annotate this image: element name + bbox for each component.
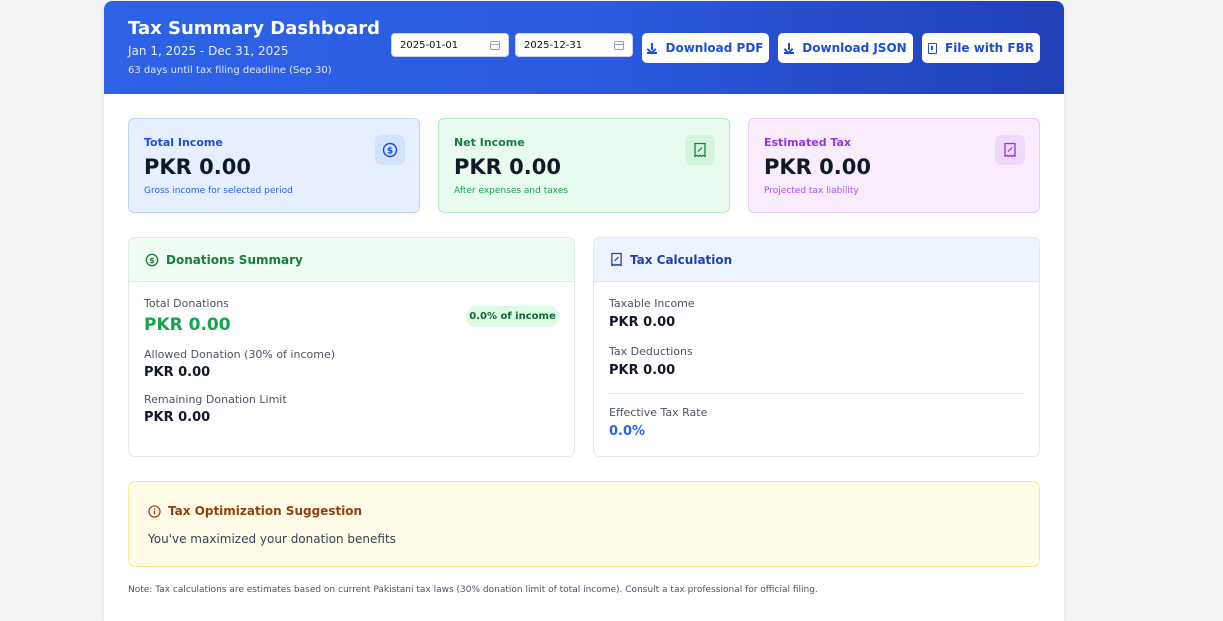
effective-rate-value: 0.0% <box>609 424 646 439</box>
card-label: Net Income <box>454 136 525 149</box>
tax-calculation-header: Tax Calculation <box>594 238 1039 282</box>
donations-summary-title: Donations Summary <box>166 252 303 267</box>
taxable-income-label: Taxable Income <box>609 297 695 310</box>
tax-calculation-title: Tax Calculation <box>630 252 733 267</box>
calendar-icon[interactable] <box>490 40 500 50</box>
tax-deductions-label: Tax Deductions <box>609 345 693 358</box>
deadline-text: 63 days until tax filing deadline (Sep 3… <box>128 65 332 76</box>
estimated-tax-card: Estimated Tax PKR 0.00 Projected tax lia… <box>748 118 1040 213</box>
total-donations-label: Total Donations <box>144 297 229 310</box>
card-label: Estimated Tax <box>764 136 852 149</box>
download-pdf-label: Download PDF <box>665 41 764 55</box>
effective-rate-label: Effective Tax Rate <box>609 406 708 419</box>
download-json-button[interactable]: Download JSON <box>778 33 913 63</box>
card-value: PKR 0.00 <box>764 155 871 179</box>
info-icon <box>148 504 161 518</box>
tax-optimization-suggestion: Tax Optimization Suggestion You've maxim… <box>128 481 1040 567</box>
remaining-limit-label: Remaining Donation Limit <box>144 393 287 406</box>
page-title: Tax Summary Dashboard <box>128 18 381 39</box>
receipt-icon <box>995 135 1025 165</box>
download-icon <box>784 42 795 54</box>
divider <box>609 393 1024 394</box>
tax-deductions-value: PKR 0.00 <box>609 363 676 378</box>
disclaimer-note: Note: Tax calculations are estimates bas… <box>128 585 818 595</box>
file-with-fbr-button[interactable]: File with FBR <box>922 33 1040 63</box>
calendar-icon[interactable] <box>614 40 624 50</box>
total-donations-value: PKR 0.00 <box>144 315 231 335</box>
donations-summary-header: $ Donations Summary <box>129 238 574 282</box>
end-date-input[interactable]: 2025-12-31 <box>515 33 633 57</box>
tax-calculation-panel: Tax Calculation Taxable Income PKR 0.00 … <box>593 237 1040 457</box>
end-date-value: 2025-12-31 <box>524 39 583 51</box>
tax-dashboard: Tax Summary Dashboard Jan 1, 2025 - Dec … <box>104 1 1064 621</box>
svg-text:$: $ <box>149 256 154 265</box>
dollar-circle-icon: $ <box>145 253 159 266</box>
receipt-icon <box>611 252 622 267</box>
suggestion-header: Tax Optimization Suggestion <box>148 504 362 518</box>
card-label: Total Income <box>144 136 223 149</box>
dollar-circle-icon: $ <box>375 135 405 165</box>
card-subtitle: After expenses and taxes <box>454 186 569 196</box>
download-pdf-button[interactable]: Download PDF <box>642 33 769 63</box>
date-range-text: Jan 1, 2025 - Dec 31, 2025 <box>128 44 289 58</box>
file-icon <box>928 42 937 54</box>
donations-summary-panel: $ Donations Summary Total Donations PKR … <box>128 237 575 457</box>
allowed-donation-value: PKR 0.00 <box>144 365 211 380</box>
receipt-icon <box>685 135 715 165</box>
card-subtitle: Projected tax liability <box>764 186 859 196</box>
start-date-input[interactable]: 2025-01-01 <box>391 33 509 57</box>
download-icon <box>647 42 658 54</box>
suggestion-text: You've maximized your donation benefits <box>148 532 396 546</box>
card-value: PKR 0.00 <box>144 155 251 179</box>
svg-text:$: $ <box>387 147 393 157</box>
start-date-value: 2025-01-01 <box>400 39 459 51</box>
dashboard-header: Tax Summary Dashboard Jan 1, 2025 - Dec … <box>104 1 1064 94</box>
download-json-label: Download JSON <box>802 41 907 55</box>
taxable-income-value: PKR 0.00 <box>609 315 676 330</box>
card-subtitle: Gross income for selected period <box>144 186 293 196</box>
allowed-donation-label: Allowed Donation (30% of income) <box>144 348 336 361</box>
net-income-card: Net Income PKR 0.00 After expenses and t… <box>438 118 730 213</box>
file-with-fbr-label: File with FBR <box>945 41 1034 55</box>
suggestion-title: Tax Optimization Suggestion <box>168 504 363 518</box>
donation-percent-badge: 0.0% of income <box>466 306 559 327</box>
card-value: PKR 0.00 <box>454 155 561 179</box>
total-income-card: Total Income PKR 0.00 Gross income for s… <box>128 118 420 213</box>
remaining-limit-value: PKR 0.00 <box>144 410 211 425</box>
